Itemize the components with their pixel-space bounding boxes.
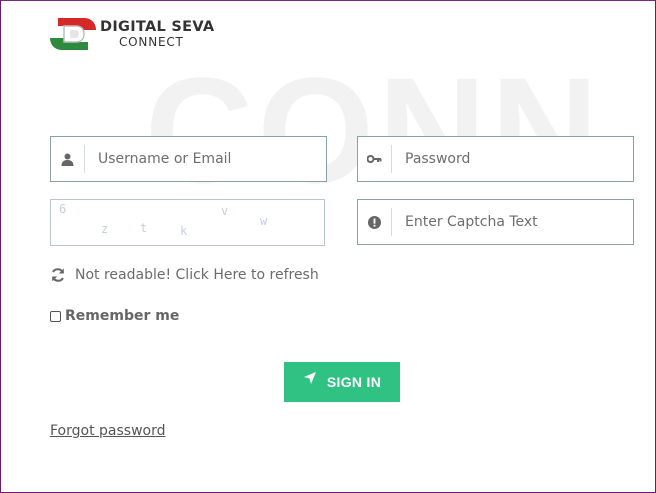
captcha-char: 6	[59, 202, 67, 216]
username-input[interactable]	[96, 150, 326, 168]
key-icon	[358, 145, 392, 173]
captcha-image: 6 z t k v w	[50, 199, 325, 246]
forgot-password-link[interactable]: Forgot password	[50, 423, 166, 439]
captcha-input[interactable]	[403, 213, 633, 231]
captcha-char: w	[260, 214, 268, 228]
background-watermark: CONN	[145, 46, 603, 214]
brand-subtitle: CONNECT	[119, 34, 184, 49]
remember-me-checkbox[interactable]	[50, 310, 61, 322]
captcha-char: t	[140, 221, 148, 235]
location-arrow-icon	[303, 372, 316, 384]
refresh-icon	[52, 268, 64, 282]
username-field[interactable]	[50, 136, 327, 182]
sign-in-button[interactable]: SIGN IN	[284, 362, 400, 402]
refresh-captcha-link[interactable]: Not readable! Click Here to refresh	[50, 267, 319, 283]
brand-logo: DIGITAL SEVA CONNECT	[50, 14, 214, 54]
brand-title: DIGITAL SEVA	[100, 19, 215, 36]
password-input[interactable]	[403, 150, 633, 168]
captcha-field[interactable]	[357, 199, 634, 245]
captcha-char: k	[180, 224, 188, 238]
sign-in-label: SIGN IN	[326, 374, 382, 390]
captcha-char: z	[101, 222, 109, 236]
exclamation-icon	[358, 208, 392, 236]
refresh-label: Not readable! Click Here to refresh	[75, 267, 319, 283]
remember-me[interactable]: Remember me	[50, 308, 179, 324]
remember-me-label: Remember me	[65, 308, 180, 324]
user-icon	[51, 145, 85, 173]
captcha-char: v	[221, 204, 229, 218]
password-field[interactable]	[357, 136, 634, 182]
digital-seva-logo-icon	[50, 18, 96, 50]
